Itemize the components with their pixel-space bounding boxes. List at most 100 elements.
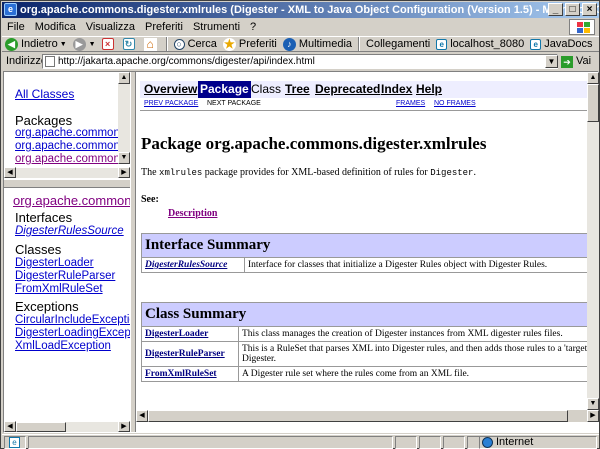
status-pane	[443, 436, 465, 449]
menu-visualizza[interactable]: Visualizza	[81, 21, 140, 33]
exception-link[interactable]: DigesterLoadingException	[15, 327, 130, 339]
scroll-left-button[interactable]: ◀	[4, 421, 16, 432]
class-link[interactable]: DigesterRuleParser	[15, 270, 115, 282]
description-link[interactable]: Description	[168, 208, 217, 219]
package-link[interactable]: org.apache.commons	[15, 127, 126, 139]
main-frame-hscrollbar[interactable]: ◀ ▶	[136, 410, 599, 422]
menu-help[interactable]: ?	[245, 21, 261, 33]
scroll-right-button[interactable]: ▶	[587, 410, 599, 422]
home-button[interactable]: ⌂	[141, 37, 163, 52]
class-name-cell: FromXmlRuleSet	[141, 366, 239, 382]
link-localhost[interactable]: e localhost_8080	[433, 37, 527, 52]
class-link[interactable]: DigesterLoader	[145, 329, 208, 339]
page-icon: e	[530, 38, 542, 50]
scroll-thumb[interactable]	[16, 422, 66, 432]
divider	[140, 110, 589, 111]
scroll-thumb[interactable]	[587, 84, 599, 122]
frame-splitter-horizontal[interactable]	[4, 179, 130, 188]
menu-file[interactable]: File	[2, 21, 30, 33]
search-button[interactable]: ○ Cerca	[171, 37, 220, 52]
browser-window: e org.apache.commons.digester.xmlrules (…	[0, 0, 600, 449]
refresh-button[interactable]: ↻	[120, 37, 141, 52]
menu-modifica[interactable]: Modifica	[30, 21, 81, 33]
scroll-up-button[interactable]: ▲	[587, 72, 599, 84]
nav-package-selected: Package	[198, 81, 251, 98]
scroll-left-button[interactable]: ◀	[136, 410, 148, 422]
see-label: See:	[141, 194, 159, 205]
exception-link[interactable]: XmlLoadException	[15, 340, 111, 352]
class-link[interactable]: FromXmlRuleSet	[145, 369, 217, 379]
scroll-down-button[interactable]: ▼	[118, 152, 130, 164]
interface-link[interactable]: DigesterRulesSource	[145, 260, 227, 270]
multimedia-button[interactable]: ♪ Multimedia	[280, 37, 355, 52]
interface-link[interactable]: DigesterRulesSource	[15, 225, 124, 237]
nav-class: Class	[251, 82, 282, 96]
packages-frame-scrollbar[interactable]: ▲ ▼	[118, 72, 130, 164]
forward-button[interactable]: ▶ ▼	[70, 37, 99, 52]
scroll-down-button[interactable]: ▼	[587, 398, 599, 410]
frames-link[interactable]: FRAMES	[396, 100, 425, 107]
back-button[interactable]: ◀ Indietro ▼	[2, 37, 70, 52]
address-dropdown-button[interactable]: ▼	[545, 55, 558, 68]
interface-summary-heading: Interface Summary	[141, 233, 589, 258]
package-name-link[interactable]: org.apache.commons	[13, 193, 130, 208]
table-row: DigesterLoader This class manages the cr…	[141, 326, 589, 342]
page-icon: e	[436, 38, 448, 50]
interface-summary-table: Interface Summary DigesterRulesSource In…	[141, 233, 589, 273]
scroll-right-button[interactable]: ▶	[118, 167, 130, 178]
class-desc-cell: This is a RuleSet that parses XML into D…	[238, 341, 589, 367]
packages-frame: All Classes Packages org.apache.commons …	[4, 72, 130, 170]
package-link[interactable]: org.apache.commons	[15, 140, 126, 152]
scroll-thumb[interactable]	[148, 410, 568, 422]
package-link-visited[interactable]: org.apache.commons	[15, 153, 126, 165]
interfaces-heading: Interfaces	[15, 210, 73, 225]
menu-preferiti[interactable]: Preferiti	[140, 21, 188, 33]
toolbar-separator	[358, 37, 361, 51]
packages-frame-hscrollbar[interactable]: ◀ ▶	[4, 167, 130, 178]
class-summary-table: Class Summary DigesterLoader This class …	[141, 302, 589, 382]
status-icon-pane: e	[4, 436, 26, 449]
classes-frame-hscrollbar[interactable]: ◀ ▶	[4, 421, 130, 432]
scroll-left-button[interactable]: ◀	[4, 167, 16, 178]
title-bar[interactable]: e org.apache.commons.digester.xmlrules (…	[2, 2, 599, 18]
no-frames-link[interactable]: NO FRAMES	[434, 100, 476, 107]
multimedia-label: Multimedia	[298, 37, 353, 50]
class-link[interactable]: DigesterLoader	[15, 257, 94, 269]
menu-strumenti[interactable]: Strumenti	[188, 21, 245, 33]
scroll-right-button[interactable]: ▶	[118, 421, 130, 432]
address-input[interactable]: http://jakarta.apache.org/commons/digest…	[42, 54, 558, 69]
class-link[interactable]: DigesterRuleParser	[145, 349, 225, 359]
desc-code: Digester	[430, 168, 474, 178]
nav-deprecated[interactable]: Deprecated	[315, 82, 380, 96]
class-desc-cell: A Digester rule set where the rules come…	[238, 366, 589, 382]
class-name-cell: DigesterLoader	[141, 326, 239, 342]
stop-button[interactable]: ×	[99, 37, 120, 52]
maximize-button[interactable]: □	[565, 3, 580, 16]
classes-heading: Classes	[15, 242, 62, 257]
chevron-down-icon: ▼	[88, 40, 96, 48]
table-row: DigesterRuleParser This is a RuleSet tha…	[141, 341, 589, 367]
prev-package-link[interactable]: PREV PACKAGE	[144, 100, 198, 107]
favorites-button[interactable]: ★ Preferiti	[220, 37, 280, 52]
content-area: All Classes Packages org.apache.commons …	[3, 71, 599, 433]
link-javadocs[interactable]: e JavaDocs	[527, 37, 595, 52]
go-button[interactable]: ➔ Vai	[561, 53, 591, 70]
page-icon: e	[9, 437, 20, 448]
nav-index[interactable]: Index	[381, 82, 412, 96]
link-javadocs-label: JavaDocs	[544, 37, 593, 50]
table-row: FromXmlRuleSet A Digester rule set where…	[141, 366, 589, 382]
main-frame-scrollbar[interactable]: ▲ ▼	[587, 72, 599, 410]
main-frame: Overview Package Class Tree Deprecated I…	[136, 72, 589, 432]
close-button[interactable]: ×	[582, 3, 597, 16]
minimize-button[interactable]: _	[548, 3, 563, 16]
all-classes-link[interactable]: All Classes	[15, 87, 74, 101]
nav-tree[interactable]: Tree	[285, 82, 310, 96]
class-link[interactable]: FromXmlRuleSet	[15, 283, 103, 295]
nav-help[interactable]: Help	[416, 82, 442, 96]
scroll-up-button[interactable]: ▲	[118, 72, 130, 84]
exception-link[interactable]: CircularIncludeException	[15, 314, 130, 326]
nav-bar: Overview Package Class Tree Deprecated I…	[140, 81, 589, 98]
window-title: org.apache.commons.digester.xmlrules (Di…	[20, 4, 599, 16]
nav-overview[interactable]: Overview	[144, 82, 197, 96]
toolbar: ◀ Indietro ▼ ▶ ▼ × ↻ ⌂ ○ Cerca ★ Preferi…	[2, 36, 599, 52]
